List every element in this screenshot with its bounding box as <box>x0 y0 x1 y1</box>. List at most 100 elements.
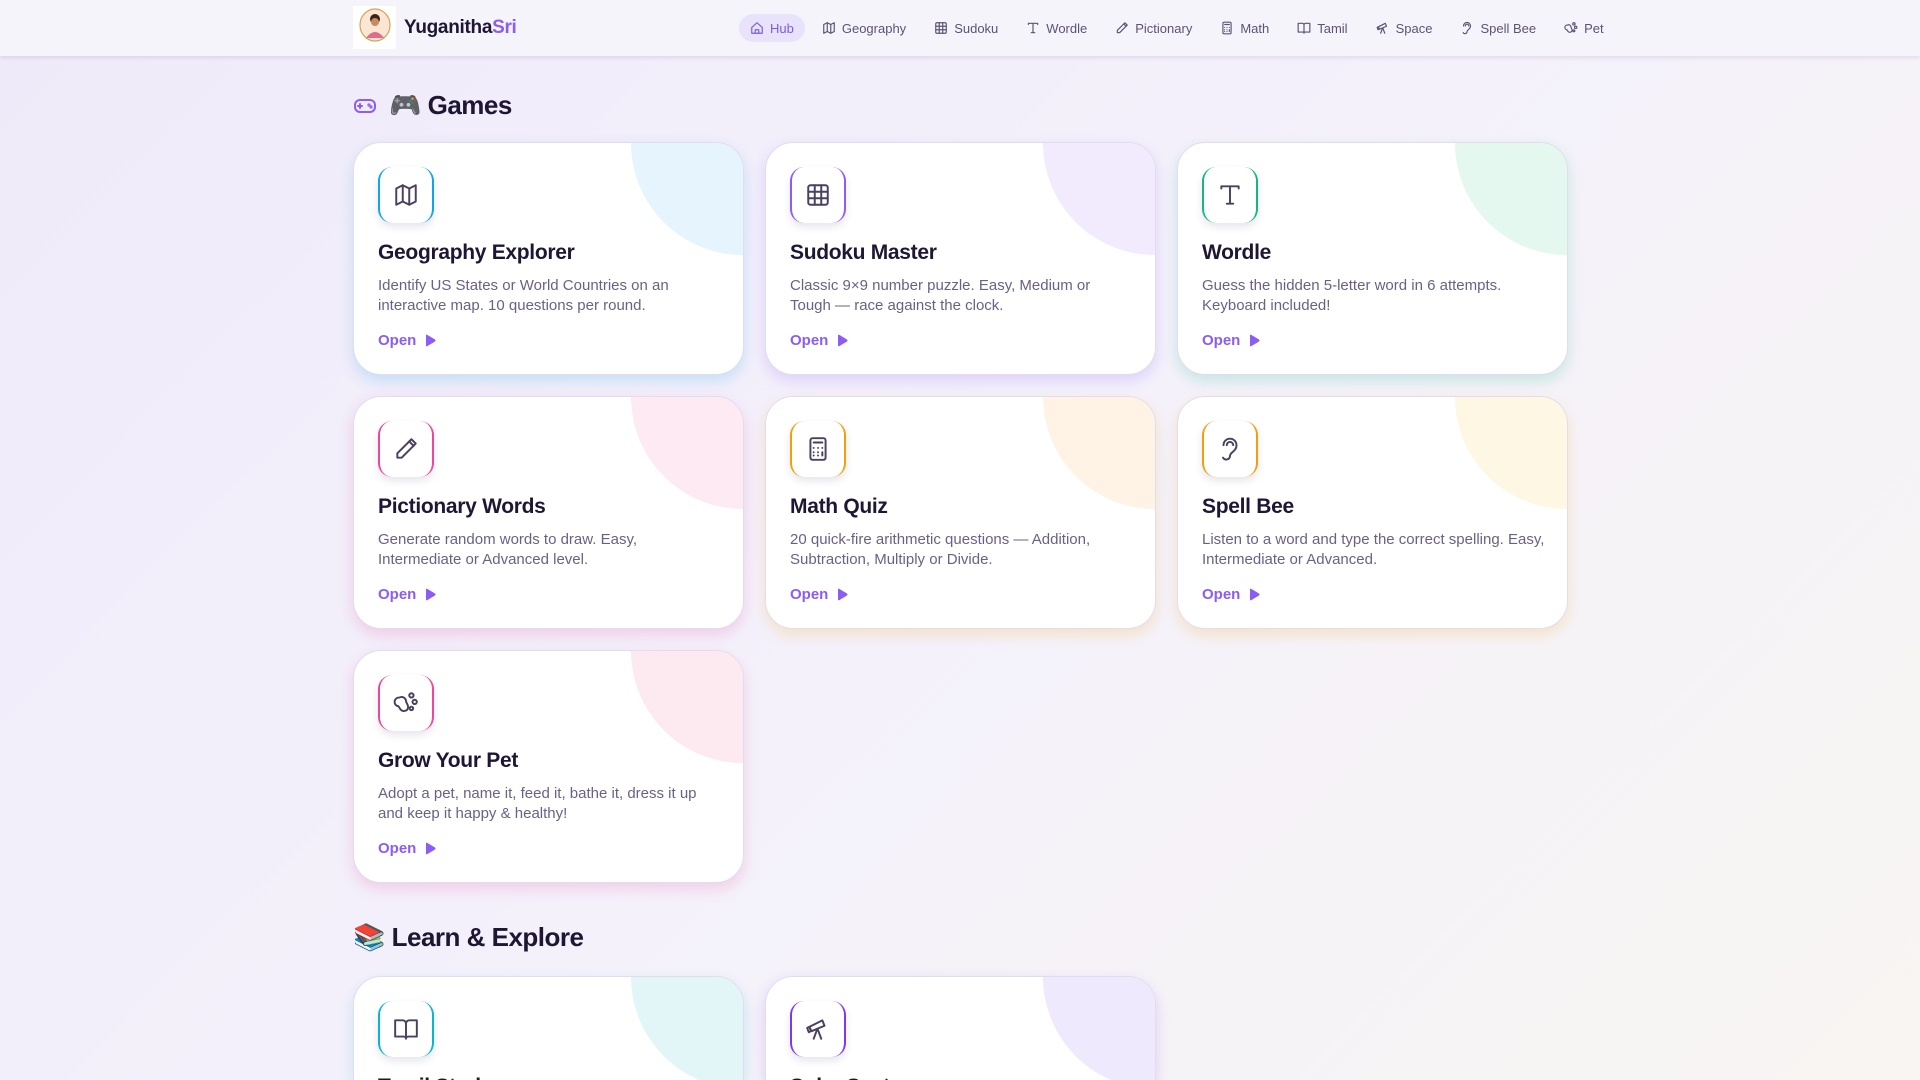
card-tamil-study[interactable]: Tamil Study <box>353 976 744 1080</box>
map-icon <box>823 22 835 34</box>
play-icon <box>426 334 436 347</box>
card-description: Generate random words to draw. Easy, Int… <box>378 531 638 568</box>
top-nav-bar: YuganithaSri Hub Geography Sudoku Wordle Pic… <box>0 0 1920 56</box>
open-label: Open <box>378 840 417 857</box>
card-spell-bee[interactable]: Spell Bee Listen to a word and type the c… <box>1177 396 1568 629</box>
card-title: Pictionary Words <box>378 495 546 518</box>
home-icon <box>751 22 763 34</box>
open-link[interactable]: Open <box>790 332 848 349</box>
open-link[interactable]: Open <box>1202 586 1260 603</box>
nav-item-sudoku[interactable]: Sudoku <box>923 14 1009 42</box>
card-title: Sudoku Master <box>790 241 937 264</box>
nav-item-label: Spell Bee <box>1480 20 1537 36</box>
brand-logo[interactable] <box>353 6 396 49</box>
card-icon-box <box>1202 167 1258 223</box>
decorative-blob <box>631 651 743 763</box>
decorative-blob <box>1043 143 1155 255</box>
brand-name-accent: Sri <box>492 17 517 38</box>
decorative-blob <box>631 397 743 509</box>
card-description: 20 quick-fire arithmetic questions — Add… <box>790 531 1091 568</box>
card-title: Tamil Study <box>378 1075 492 1080</box>
card-description: Identify US States or World Countries on… <box>378 277 669 314</box>
nav-item-tamil[interactable]: Tamil <box>1286 14 1358 42</box>
open-link[interactable]: Open <box>378 586 436 603</box>
nav-item-label: Geography <box>841 20 907 36</box>
play-icon <box>426 588 436 601</box>
open-link[interactable]: Open <box>378 840 436 857</box>
avatar <box>358 7 391 42</box>
card-geography-explorer[interactable]: Geography Explorer Identify US States or … <box>353 142 744 375</box>
decorative-blob <box>1043 397 1155 509</box>
card-icon-box <box>378 421 434 477</box>
card-icon-box <box>378 675 434 731</box>
card-title: Math Quiz <box>790 495 888 518</box>
card-title: Solar System <box>790 1075 920 1080</box>
card-icon-box <box>378 1001 434 1057</box>
card-pictionary-words[interactable]: Pictionary Words Generate random words to… <box>353 396 744 629</box>
nav-item-spell-bee[interactable]: Spell Bee <box>1449 14 1547 42</box>
nav-item-hub[interactable]: Hub <box>739 14 805 42</box>
play-icon <box>838 588 848 601</box>
games-title: 🎮 Games <box>389 90 512 120</box>
open-link[interactable]: Open <box>790 586 848 603</box>
card-icon-box <box>790 421 846 477</box>
nav-item-label: Sudoku <box>954 20 999 36</box>
open-link[interactable]: Open <box>378 332 436 349</box>
decorative-blob <box>631 143 743 255</box>
pencil-icon <box>1116 22 1129 34</box>
card-grow-your-pet[interactable]: Grow Your Pet Adopt a pet, name it, feed … <box>353 650 744 883</box>
learn-section-heading: 📚 Learn & Explore <box>353 922 584 953</box>
card-math-quiz[interactable]: Math Quiz 20 quick-fire arithmetic questi… <box>765 396 1156 629</box>
games-section-heading: 🎮 Games <box>353 90 512 121</box>
nav-item-pictionary[interactable]: Pictionary <box>1104 14 1203 42</box>
card-sudoku-master[interactable]: Sudoku Master Classic 9×9 number puzzle. … <box>765 142 1156 375</box>
nav-item-wordle[interactable]: Wordle <box>1015 14 1098 42</box>
learn-title: 📚 Learn & Explore <box>353 922 584 952</box>
grid-icon <box>807 184 829 206</box>
card-icon-box <box>790 167 846 223</box>
calculator-icon <box>1222 21 1232 35</box>
nav-item-space[interactable]: Space <box>1365 14 1444 42</box>
card-description: Adopt a pet, name it, feed it, bathe it,… <box>378 785 697 822</box>
map-icon <box>395 184 417 206</box>
open-label: Open <box>1202 586 1241 603</box>
nav-item-math[interactable]: Math <box>1209 14 1280 42</box>
nav-item-label: Wordle <box>1046 20 1088 36</box>
main-nav: Hub Geography Sudoku Wordle Pictionary Math Ta… <box>739 14 1615 42</box>
brand-name-main: Yuganitha <box>404 17 493 38</box>
ear-icon <box>1463 21 1472 35</box>
type-icon <box>1028 22 1039 34</box>
nav-item-label: Pictionary <box>1135 20 1193 36</box>
nav-item-label: Space <box>1395 20 1433 36</box>
nav-item-geography[interactable]: Geography <box>811 14 917 42</box>
pencil-icon <box>396 438 417 459</box>
card-description: Guess the hidden 5-letter word in 6 atte… <box>1202 277 1502 314</box>
open-label: Open <box>790 586 829 603</box>
open-label: Open <box>1202 332 1241 349</box>
decorative-blob <box>1043 977 1155 1080</box>
open-link[interactable]: Open <box>1202 332 1260 349</box>
book-icon <box>1297 22 1311 34</box>
card-title: Wordle <box>1202 241 1271 264</box>
open-label: Open <box>378 332 417 349</box>
paw-icon <box>1564 22 1578 33</box>
card-solar-system[interactable]: Solar System <box>765 976 1156 1080</box>
card-description: Listen to a word and type the correct sp… <box>1202 531 1545 568</box>
telescope-icon <box>1376 22 1387 34</box>
card-title: Spell Bee <box>1202 495 1294 518</box>
card-title: Grow Your Pet <box>378 749 519 772</box>
gamepad-icon <box>354 98 376 113</box>
brand-name[interactable]: YuganithaSri <box>404 17 517 39</box>
play-icon <box>426 842 436 855</box>
book-icon <box>394 1019 418 1040</box>
decorative-blob <box>1455 143 1567 255</box>
nav-item-label: Hub <box>770 20 794 36</box>
card-wordle[interactable]: Wordle Guess the hidden 5-letter word in … <box>1177 142 1568 375</box>
card-title: Geography Explorer <box>378 241 575 264</box>
grid-icon <box>935 22 948 34</box>
nav-item-pet[interactable]: Pet <box>1553 14 1615 42</box>
play-icon <box>838 334 848 347</box>
play-icon <box>1250 334 1260 347</box>
decorative-blob <box>631 977 743 1080</box>
calculator-icon <box>809 437 827 461</box>
